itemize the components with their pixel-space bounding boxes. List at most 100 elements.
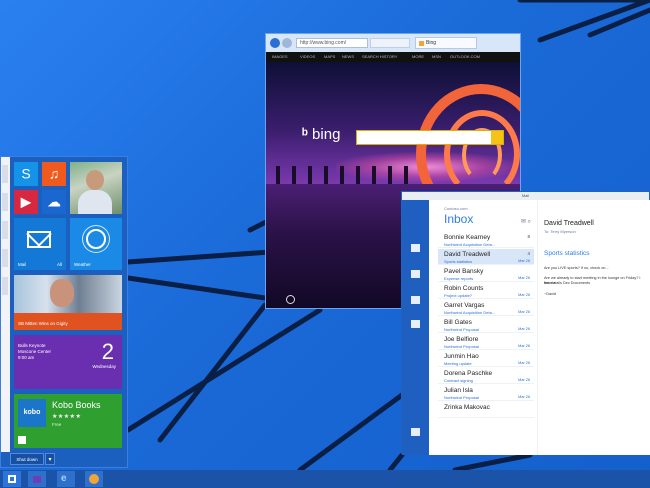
power-icon <box>89 474 99 484</box>
kobo-logo: kobo <box>18 399 46 427</box>
kobo-app-name: Kobo Books <box>52 400 101 410</box>
message-row[interactable]: Dorena Paschke Contract signing Mar 26 <box>438 368 534 384</box>
tile-sports[interactable]: SB Mitten Wins on Gigity <box>14 275 122 330</box>
tile-skype[interactable]: S <box>14 162 38 186</box>
tile-mail[interactable]: Mail All <box>14 218 66 270</box>
start-menu-pinned-item[interactable] <box>2 221 8 239</box>
bing-logo-icon: ᵇ <box>302 126 308 143</box>
reading-to: To: Terry Myerson <box>544 229 576 234</box>
message-row[interactable]: Julian Isla Northwind Proposal Mar 26 <box>438 385 534 401</box>
message-from: Garret Vargas <box>444 302 485 309</box>
message-from: Julian Isla <box>444 387 473 394</box>
bing-logo: ᵇ bing <box>302 126 340 143</box>
message-subject: Northwind Acquisition Deta... <box>444 242 496 247</box>
tile-weather[interactable]: Weather <box>70 218 122 270</box>
calendar-event-time: 9:00 am <box>18 355 35 360</box>
internet-explorer-icon: e <box>61 473 67 484</box>
message-subject: Northwind Proposal <box>444 395 479 400</box>
message-from: Dorena Paschke <box>444 370 493 377</box>
settings-icon[interactable] <box>411 428 420 436</box>
message-from: Junmin Hao <box>444 353 479 360</box>
people-icon[interactable] <box>411 296 420 304</box>
browser-titlebar: http://www.bing.com/ Bing <box>266 34 520 52</box>
message-row[interactable]: Bonnie Kearney 8 Northwind Acquisition D… <box>438 232 534 248</box>
message-row[interactable]: Bill Gates Northwind Proposal Mar 26 <box>438 317 534 333</box>
tile-people[interactable] <box>70 162 122 214</box>
start-menu-user-column <box>1 157 10 452</box>
mail-nav-rail <box>402 200 429 455</box>
start-menu: S ♫ ▶ ☁ Mail All Weather SB Mitten Wins … <box>0 156 128 468</box>
folder-title: Inbox <box>444 212 474 226</box>
background-piers <box>266 166 520 184</box>
tile-onedrive[interactable]: ☁ <box>42 190 66 214</box>
search-input[interactable] <box>356 130 504 145</box>
message-count: 8 <box>527 234 530 239</box>
message-from: Robin Counts <box>444 285 484 292</box>
address-bar[interactable]: http://www.bing.com/ <box>296 38 368 48</box>
message-row[interactable]: Robin Counts Project update? Mar 26 <box>438 283 534 299</box>
tile-label: Mail <box>18 262 27 267</box>
info-icon[interactable] <box>286 295 295 304</box>
tile-music[interactable]: ♫ <box>42 162 66 186</box>
message-date: Mar 26 <box>518 395 530 399</box>
message-date: Mar 26 <box>518 361 530 365</box>
message-date: Mar 26 <box>518 327 530 331</box>
menu-item[interactable]: OUTLOOK.COM <box>450 54 480 59</box>
taskbar-power-button[interactable] <box>85 471 103 487</box>
menu-item[interactable]: MSN <box>432 54 441 59</box>
video-icon: ▶ <box>20 193 32 210</box>
flag-icon[interactable] <box>411 320 420 328</box>
sports-caption: SB Mitten Wins on Gigity <box>18 321 68 326</box>
start-button[interactable] <box>3 471 21 487</box>
message-row[interactable]: Joe Belfiore Northwind Proposal Mar 26 <box>438 334 534 350</box>
mail-window-title: Mail <box>402 192 649 200</box>
reading-pane: David Treadwell To: Terry Myerson Sports… <box>537 200 650 455</box>
back-button[interactable] <box>270 38 280 48</box>
rating-stars: ★★★★★ <box>52 414 82 420</box>
menu-item[interactable]: MAPS <box>324 54 335 59</box>
forward-button[interactable] <box>282 38 292 48</box>
message-from: Joe Belfiore <box>444 336 479 343</box>
menu-item[interactable]: IMAGES <box>272 54 288 59</box>
message-row-selected[interactable]: David Treadwell 4 Sports statistics Mar … <box>438 249 534 265</box>
folder-icon[interactable] <box>411 270 420 278</box>
message-from: Bill Gates <box>444 319 472 326</box>
start-menu-pinned-item[interactable] <box>2 193 8 211</box>
address-controls[interactable] <box>370 38 410 48</box>
menu-item[interactable]: NEWS <box>342 54 354 59</box>
reading-from: David Treadwell <box>544 220 594 227</box>
browser-tab[interactable]: Bing <box>415 37 477 49</box>
message-row[interactable]: Garret Vargas Northwind Acquisition Deta… <box>438 300 534 316</box>
start-menu-pinned-item[interactable] <box>2 277 8 295</box>
menu-item[interactable]: VIDEOS <box>300 54 315 59</box>
taskbar-store-button[interactable] <box>28 471 46 487</box>
message-count: 4 <box>527 251 530 256</box>
shutdown-button[interactable]: Shut down <box>10 453 44 465</box>
reading-body-line: Are you LIVE sports? If so, check on... <box>544 266 609 270</box>
search-icon[interactable] <box>491 131 503 144</box>
message-from: Zrinka Makovac <box>444 404 490 411</box>
mail-icon[interactable] <box>411 244 420 252</box>
skype-icon: S <box>21 165 31 182</box>
menu-item[interactable]: SEARCH HISTORY <box>362 54 397 59</box>
person-photo <box>86 170 104 190</box>
tile-kobo-books[interactable]: kobo Kobo Books ★★★★★ Free <box>14 394 122 448</box>
start-menu-pinned-item[interactable] <box>2 249 8 267</box>
tile-video[interactable]: ▶ <box>14 190 38 214</box>
message-list-pane: Contoso.com Inbox ✉ ⌕ Bonnie Kearney 8 N… <box>429 200 537 455</box>
tile-calendar[interactable]: Bulls Keynote Moscone Center 9:00 am 2 W… <box>14 335 122 389</box>
message-row[interactable]: Pavel Bansky Expense reports Mar 26 <box>438 266 534 282</box>
shutdown-options-button[interactable]: ▾ <box>45 453 55 465</box>
store-icon <box>18 436 26 444</box>
message-row[interactable]: Zrinka Makovac <box>438 402 534 418</box>
message-subject: Meeting update <box>444 361 472 366</box>
account-name: Contoso.com <box>444 206 468 211</box>
reading-body-line: ~David <box>544 292 556 296</box>
message-row[interactable]: Junmin Hao Meeting update Mar 26 <box>438 351 534 367</box>
menu-item[interactable]: MORE <box>412 54 424 59</box>
message-date: Mar 26 <box>518 344 530 348</box>
message-subject: Northwind Proposal <box>444 344 479 349</box>
list-tools-icon[interactable]: ✉ ⌕ <box>521 218 531 226</box>
start-menu-pinned-item[interactable] <box>2 165 8 183</box>
taskbar-ie-button[interactable]: e <box>57 471 75 487</box>
